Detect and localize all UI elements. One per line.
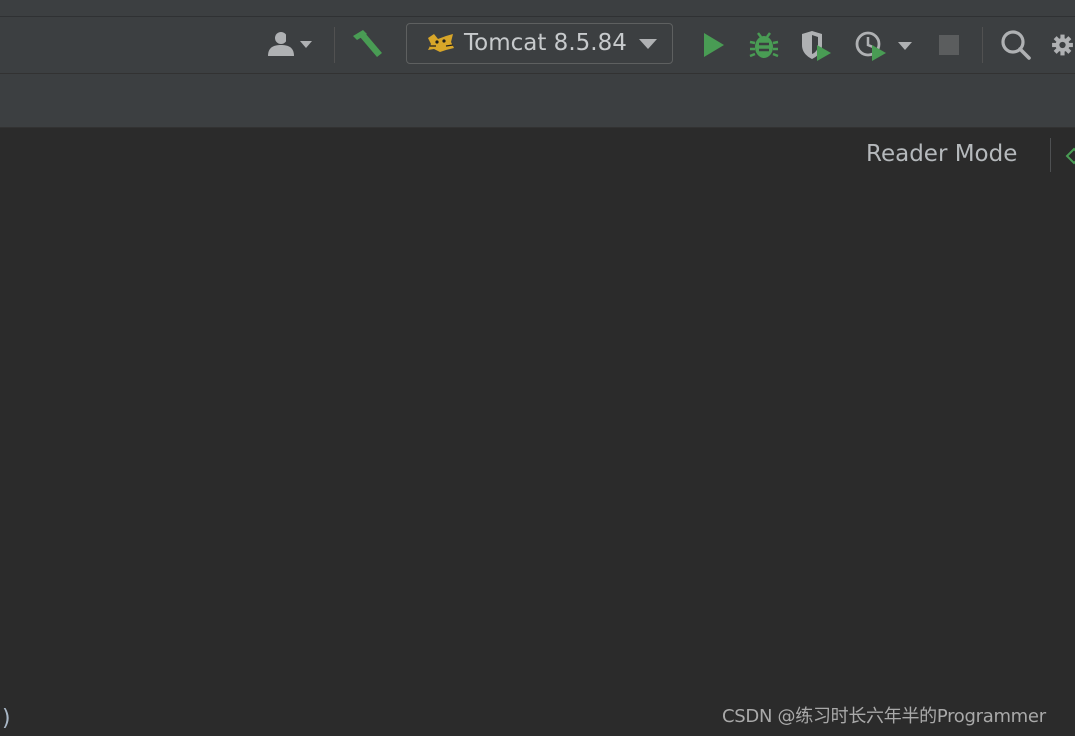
coverage-shield-icon	[802, 31, 831, 61]
stop-button[interactable]	[936, 33, 962, 59]
title-bar-edge	[0, 0, 1075, 17]
ide-window: Tomcat 8.5.84 Reader Mode) CSDN @练习时长六年…	[0, 0, 1075, 736]
stop-icon	[939, 35, 959, 55]
gear-icon	[1052, 34, 1073, 56]
run-configuration-label: Tomcat 8.5.84	[464, 30, 627, 56]
debug-button[interactable]	[747, 29, 781, 61]
bug-icon	[749, 32, 779, 58]
run-configuration-selector[interactable]: Tomcat 8.5.84	[406, 23, 673, 64]
tomcat-icon	[428, 34, 454, 52]
main-toolbar: Tomcat 8.5.84	[0, 17, 1075, 74]
toolbar-separator	[334, 27, 335, 63]
run-icon	[704, 33, 724, 57]
settings-button[interactable]	[1050, 27, 1075, 63]
hammer-icon	[353, 30, 382, 57]
watermark-text: CSDN @练习时长六年半的Programmer	[722, 706, 1046, 727]
editor-area[interactable]: Reader Mode	[0, 128, 1075, 736]
chevron-down-icon	[639, 39, 657, 49]
user-icon	[268, 32, 312, 56]
inspection-check-icon	[1065, 147, 1075, 165]
reader-mode-toggle[interactable]: Reader Mode	[866, 141, 1017, 167]
editor-separator	[1050, 138, 1051, 172]
code-fragment: )	[0, 706, 14, 731]
coverage-button[interactable]	[798, 29, 834, 63]
inspection-widget[interactable]	[1064, 146, 1075, 166]
editor-tabs-bar	[0, 74, 1075, 128]
account-button[interactable]	[264, 29, 322, 59]
profiler-button[interactable]	[852, 29, 918, 63]
profiler-clock-icon	[855, 31, 912, 61]
search-icon	[1001, 30, 1031, 60]
build-button[interactable]	[348, 27, 384, 61]
search-button[interactable]	[998, 27, 1034, 63]
toolbar-separator	[982, 27, 983, 63]
run-button[interactable]	[698, 29, 728, 61]
